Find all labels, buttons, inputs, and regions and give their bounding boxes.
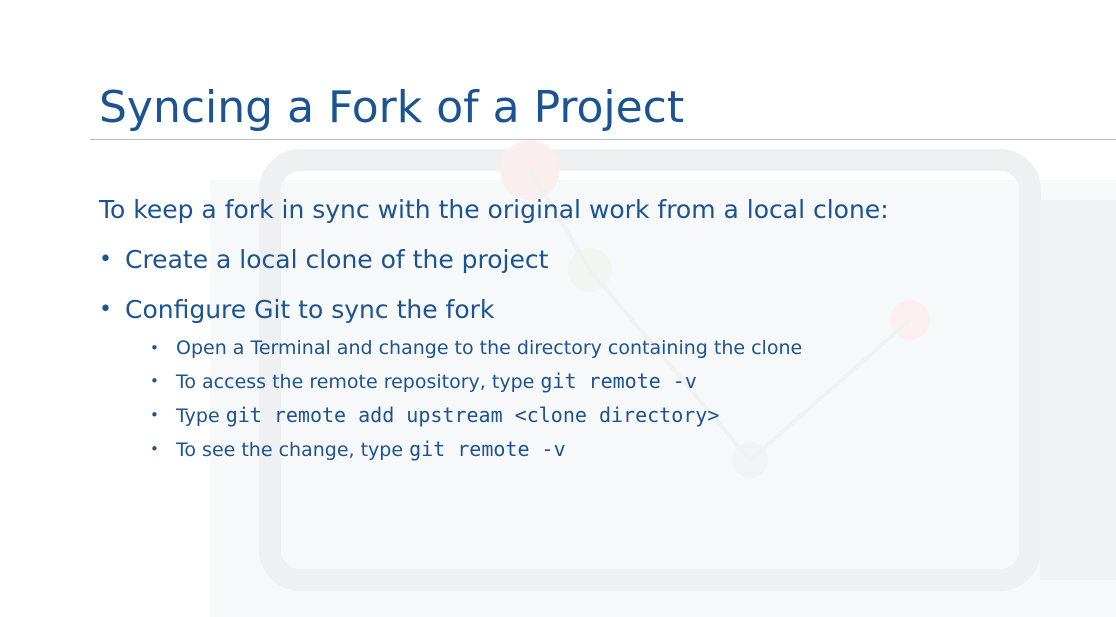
slide-body: To keep a fork in sync with the original… (99, 192, 889, 464)
bullet-item: Configure Git to sync the fork Open a Te… (99, 292, 889, 464)
intro-text: To keep a fork in sync with the original… (99, 195, 889, 224)
slide-title: Syncing a Fork of a Project (99, 82, 685, 133)
sub-bullet-list: Open a Terminal and change to the direct… (148, 334, 889, 464)
bullet-list: Create a local clone of the project Conf… (99, 242, 889, 464)
sub-bullet-item: To access the remote repository, type gi… (148, 367, 889, 396)
sub-bullet-text: Type (176, 405, 226, 427)
bullet-text: Configure Git to sync the fork (125, 295, 495, 324)
sub-bullet-item: To see the change, type git remote -v (148, 435, 889, 464)
sub-bullet-text: Open a Terminal and change to the direct… (176, 337, 803, 359)
code-snippet: git remote -v (540, 369, 697, 393)
slide: Syncing a Fork of a Project To keep a fo… (0, 0, 1116, 617)
sub-bullet-item: Open a Terminal and change to the direct… (148, 334, 889, 362)
code-snippet: git remote -v (409, 437, 566, 461)
sub-bullet-text: To access the remote repository, type (176, 371, 541, 393)
bullet-item: Create a local clone of the project (99, 242, 889, 278)
sub-bullet-item: Type git remote add upstream <clone dire… (148, 401, 889, 430)
bullet-text: Create a local clone of the project (125, 245, 549, 274)
code-snippet: git remote add upstream <clone directory… (225, 403, 720, 427)
title-divider (90, 139, 1116, 140)
sub-bullet-text: To see the change, type (176, 439, 410, 461)
